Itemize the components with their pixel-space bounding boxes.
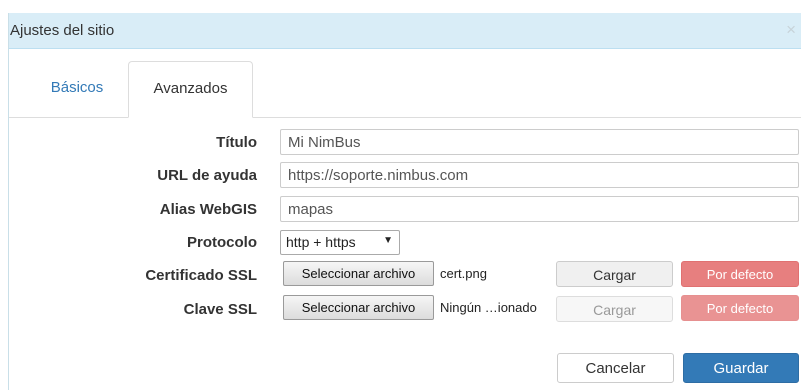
protocol-label: Protocolo [187,234,257,251]
title-label: Título [216,134,257,151]
tab-bar: Básicos Avanzados [9,61,801,118]
close-icon[interactable]: × [786,21,796,39]
ssl-cert-file-name: cert.png [440,266,487,281]
ssl-cert-default-button[interactable]: Por defecto [681,261,799,287]
ssl-cert-choose-file-button[interactable]: Seleccionar archivo [283,261,434,286]
ssl-cert-upload-button[interactable]: Cargar [556,261,673,287]
site-settings-dialog: Ajustes del sitio × Básicos Avanzados Tí… [8,13,801,390]
dialog-title-bar: Ajustes del sitio × [9,13,801,49]
cancel-button[interactable]: Cancelar [557,353,674,383]
webgis-alias-input[interactable]: mapas [280,196,799,222]
help-url-label: URL de ayuda [157,167,257,184]
save-button[interactable]: Guardar [683,353,799,383]
title-input[interactable]: Mi NimBus [280,129,799,155]
dialog-title: Ajustes del sitio [10,22,115,39]
ssl-key-file-name: Ningún …ionado [440,300,537,315]
chevron-down-icon: ▼ [383,235,393,246]
ssl-cert-label: Certificado SSL [145,267,257,284]
tab-basicos[interactable]: Básicos [27,61,127,117]
ssl-key-default-button[interactable]: Por defecto [681,295,799,321]
protocol-select[interactable]: http + https ▼ [280,230,400,255]
ssl-key-upload-button[interactable]: Cargar [556,296,673,322]
ssl-key-label: Clave SSL [183,301,257,318]
ssl-key-choose-file-button[interactable]: Seleccionar archivo [283,295,434,320]
protocol-value: http + https [286,234,356,250]
tab-avanzados[interactable]: Avanzados [128,61,253,118]
help-url-input[interactable]: https://soporte.nimbus.com [280,162,799,188]
webgis-alias-label: Alias WebGIS [159,201,257,218]
